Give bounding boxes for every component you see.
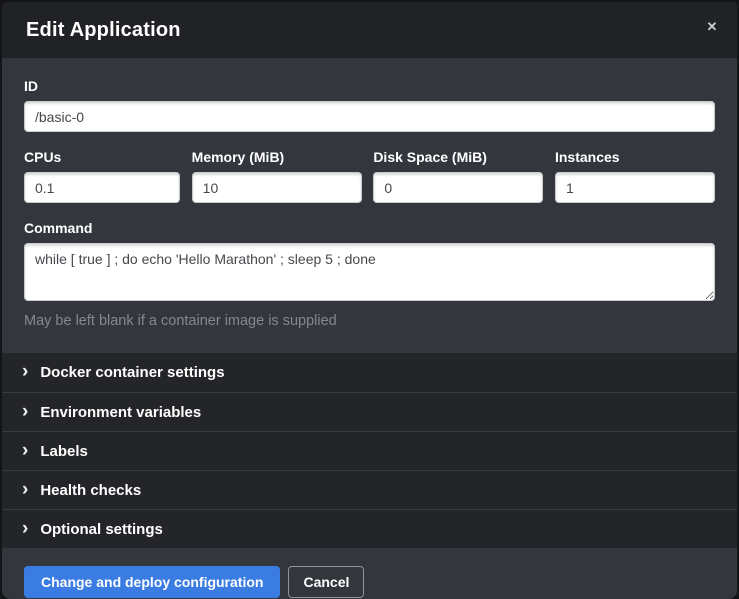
- change-and-deploy-button[interactable]: Change and deploy configuration: [24, 566, 280, 598]
- chevron-right-icon: ›: [22, 480, 28, 499]
- chevron-right-icon: ›: [22, 519, 28, 538]
- edit-application-modal: Edit Application ✕ ID CPUs Memory (MiB) …: [2, 2, 737, 599]
- section-labels[interactable]: › Labels: [2, 431, 737, 470]
- section-docker-container-settings[interactable]: › Docker container settings: [2, 353, 737, 392]
- section-label: Environment variables: [40, 404, 201, 421]
- command-label: Command: [24, 220, 715, 236]
- id-field-group: ID: [24, 78, 715, 132]
- section-environment-variables[interactable]: › Environment variables: [2, 392, 737, 431]
- cpus-input[interactable]: [24, 172, 180, 203]
- memory-input[interactable]: [192, 172, 362, 203]
- id-label: ID: [24, 78, 715, 94]
- cpus-field-group: CPUs: [24, 149, 180, 203]
- command-field-group: Command while [ true ] ; do echo 'Hello …: [24, 220, 715, 329]
- disk-label: Disk Space (MiB): [373, 149, 543, 165]
- command-help-text: May be left blank if a container image i…: [24, 313, 715, 329]
- instances-input[interactable]: [555, 172, 715, 203]
- cpus-label: CPUs: [24, 149, 180, 165]
- accordion-sections: › Docker container settings › Environmen…: [2, 353, 737, 548]
- section-label: Docker container settings: [40, 364, 224, 381]
- modal-title: Edit Application: [26, 19, 181, 42]
- disk-field-group: Disk Space (MiB): [373, 149, 543, 203]
- modal-footer: Change and deploy configuration Cancel: [2, 548, 737, 599]
- instances-field-group: Instances: [555, 149, 715, 203]
- modal-body: ID CPUs Memory (MiB) Disk Space (MiB) In…: [2, 58, 737, 353]
- section-optional-settings[interactable]: › Optional settings: [2, 509, 737, 548]
- command-textarea[interactable]: while [ true ] ; do echo 'Hello Marathon…: [24, 243, 715, 301]
- memory-field-group: Memory (MiB): [192, 149, 362, 203]
- resources-row: CPUs Memory (MiB) Disk Space (MiB) Insta…: [24, 149, 715, 203]
- close-icon: ✕: [707, 19, 718, 34]
- chevron-right-icon: ›: [22, 441, 28, 460]
- memory-label: Memory (MiB): [192, 149, 362, 165]
- instances-label: Instances: [555, 149, 715, 165]
- section-label: Optional settings: [40, 521, 163, 538]
- modal-header: Edit Application ✕: [2, 2, 737, 58]
- section-label: Labels: [40, 443, 88, 460]
- close-button[interactable]: ✕: [701, 16, 723, 38]
- section-health-checks[interactable]: › Health checks: [2, 470, 737, 509]
- chevron-right-icon: ›: [22, 362, 28, 381]
- id-input[interactable]: [24, 101, 715, 132]
- chevron-right-icon: ›: [22, 402, 28, 421]
- section-label: Health checks: [40, 482, 141, 499]
- disk-input[interactable]: [373, 172, 543, 203]
- cancel-button[interactable]: Cancel: [288, 566, 364, 598]
